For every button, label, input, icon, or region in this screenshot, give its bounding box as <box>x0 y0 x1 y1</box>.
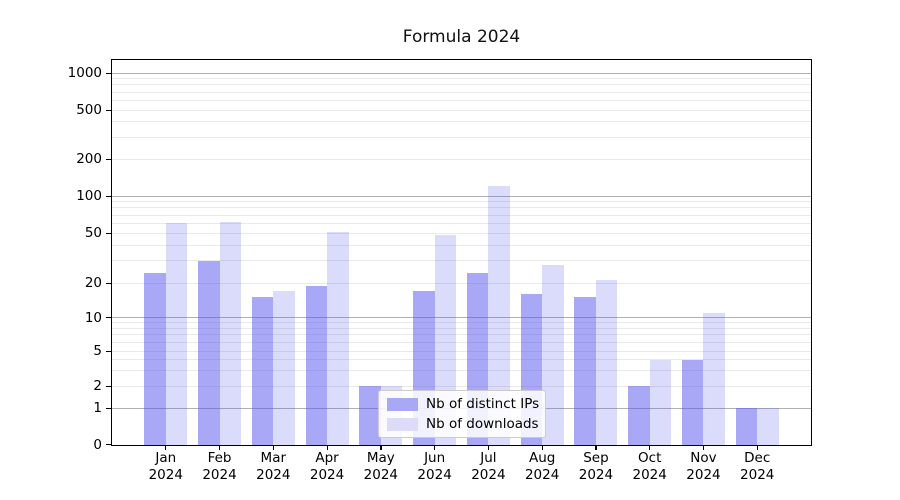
y-tick-label: 2 <box>58 378 102 394</box>
gridline-minor <box>112 137 811 138</box>
gridline-major <box>112 196 811 197</box>
bar-distinct-ips-jan <box>144 273 166 445</box>
legend-row-distinct-ips: Nb of distinct IPs <box>387 396 537 412</box>
gridline-minor <box>112 100 811 101</box>
bar-downloads-nov <box>703 313 725 445</box>
gridline-minor <box>112 233 811 234</box>
y-tick-label: 1 <box>58 400 102 416</box>
gridline-minor <box>112 78 811 79</box>
y-tick-mark <box>106 351 111 352</box>
y-tick-mark <box>106 444 111 445</box>
legend-row-downloads: Nb of downloads <box>387 416 537 432</box>
y-tick-mark <box>106 386 111 387</box>
y-tick-mark <box>106 196 111 197</box>
legend-swatch-downloads <box>387 418 418 431</box>
gridline-minor <box>112 223 811 224</box>
legend-swatch-distinct-ips <box>387 398 418 411</box>
gridline-minor <box>112 207 811 208</box>
y-tick-label: 500 <box>58 102 102 118</box>
bar-downloads-sep <box>596 280 618 445</box>
gridline-minor <box>112 84 811 85</box>
bar-distinct-ips-sep <box>574 297 596 445</box>
plot-area <box>111 59 812 446</box>
gridline-minor <box>112 121 811 122</box>
bar-downloads-oct <box>650 360 672 445</box>
gridline-minor <box>112 201 811 202</box>
gridline-minor <box>112 245 811 246</box>
y-tick-label: 1000 <box>58 65 102 81</box>
y-tick-mark <box>106 283 111 284</box>
y-tick-mark <box>106 110 111 111</box>
y-tick-mark <box>106 408 111 409</box>
gridline-major <box>112 73 811 74</box>
y-tick-mark <box>106 317 111 318</box>
bar-downloads-mar <box>273 291 295 445</box>
y-tick-label: 50 <box>58 225 102 241</box>
bar-downloads-jan <box>166 223 188 445</box>
bar-downloads-feb <box>220 222 242 445</box>
figure: Formula 2024 01251020501002005001000 Jan… <box>0 0 900 500</box>
y-tick-label: 20 <box>58 275 102 291</box>
y-tick-mark <box>106 73 111 74</box>
x-tick-label-dec: Dec2024 <box>725 450 789 484</box>
y-tick-mark <box>106 233 111 234</box>
chart-title: Formula 2024 <box>112 27 811 47</box>
legend-label-downloads: Nb of downloads <box>426 416 539 432</box>
bar-distinct-ips-nov <box>682 360 704 445</box>
bar-distinct-ips-feb <box>198 261 220 445</box>
y-tick-label: 100 <box>58 188 102 204</box>
y-tick-label: 5 <box>58 343 102 359</box>
bar-distinct-ips-apr <box>306 286 328 445</box>
gridline-minor <box>112 110 811 111</box>
y-tick-mark <box>106 159 111 160</box>
gridline-minor <box>112 215 811 216</box>
bar-distinct-ips-oct <box>628 386 650 445</box>
y-tick-label: 10 <box>58 310 102 326</box>
y-tick-label: 0 <box>58 437 102 453</box>
gridline-minor <box>112 92 811 93</box>
legend-label-distinct-ips: Nb of distinct IPs <box>426 396 539 412</box>
bar-distinct-ips-mar <box>252 297 274 445</box>
legend: Nb of distinct IPs Nb of downloads <box>378 390 546 438</box>
y-tick-label: 200 <box>58 151 102 167</box>
bar-downloads-dec <box>757 408 779 445</box>
bar-downloads-apr <box>327 232 349 445</box>
bar-distinct-ips-dec <box>736 408 758 445</box>
gridline-minor <box>112 159 811 160</box>
